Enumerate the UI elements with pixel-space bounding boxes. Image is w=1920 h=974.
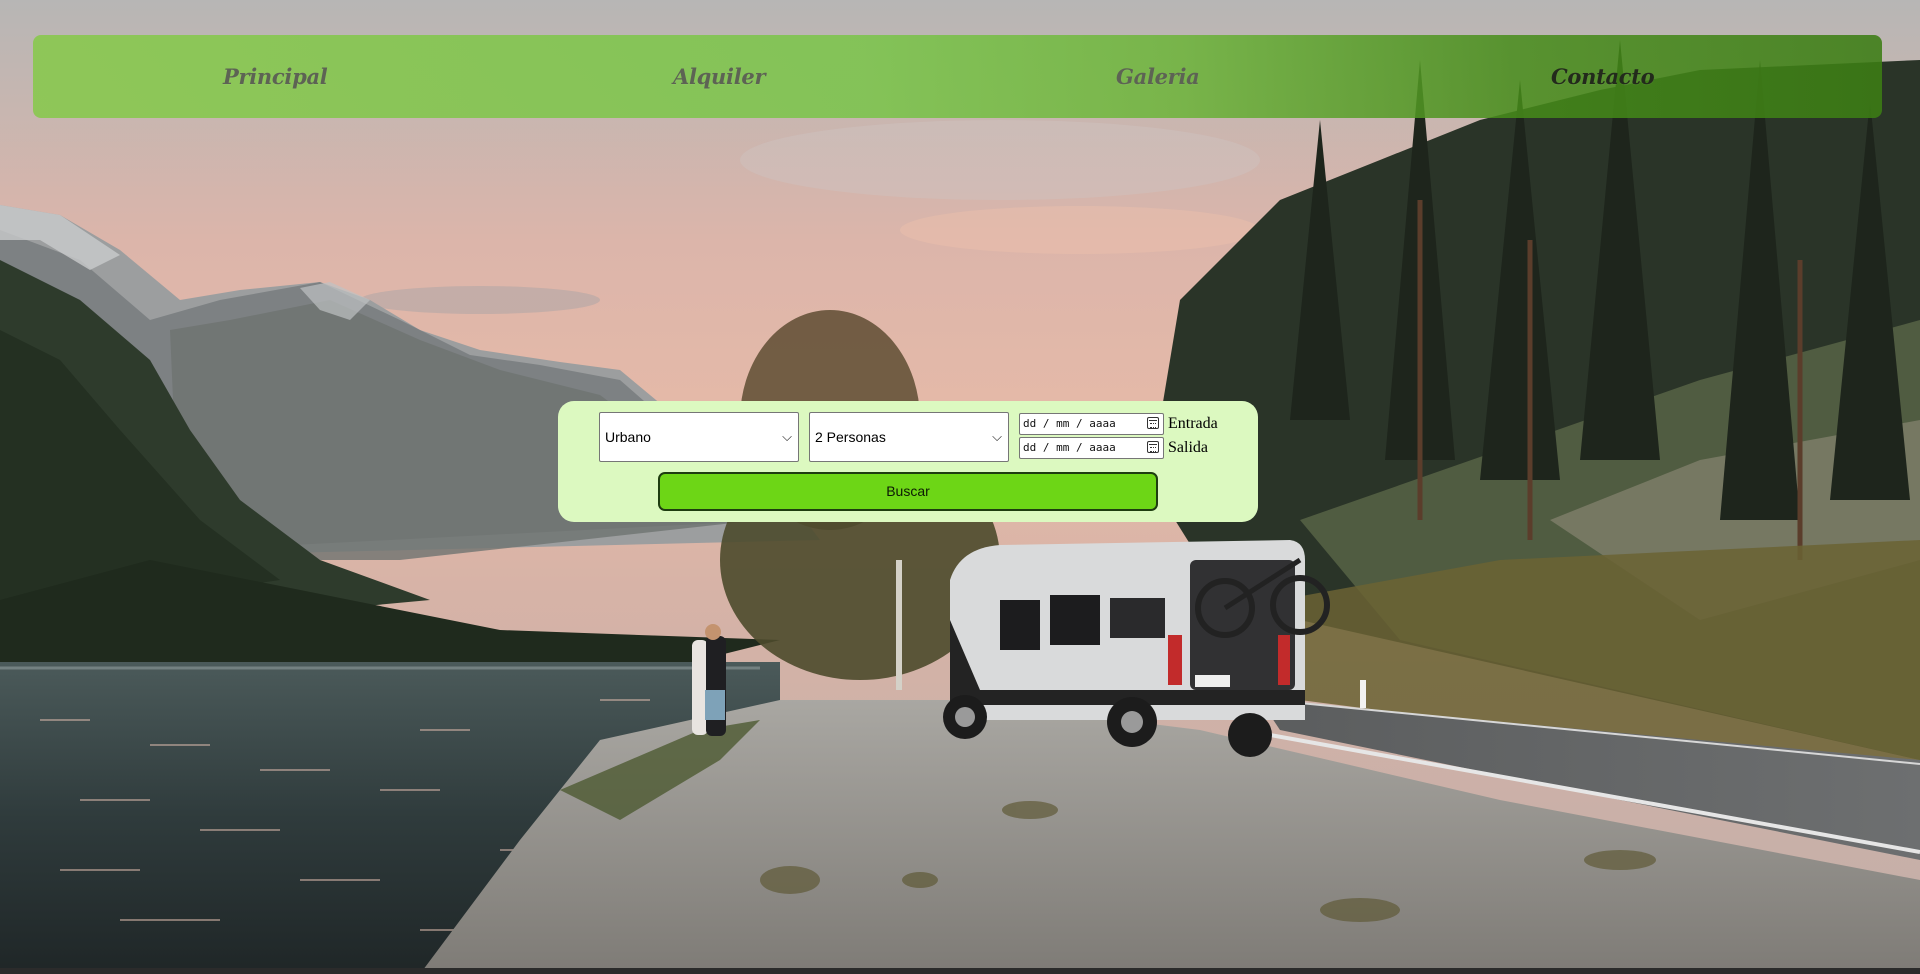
search-form: Urbano ⌵ 2 Personas ⌵ dd / mm / aaaa Ent… bbox=[558, 401, 1258, 522]
nav-link-galeria[interactable]: Galeria bbox=[1116, 35, 1200, 118]
nav-link-alquiler[interactable]: Alquiler bbox=[673, 35, 766, 118]
page: Principal Alquiler Galeria Contacto Urba… bbox=[0, 0, 1920, 974]
checkout-date-placeholder: dd / mm / aaaa bbox=[1023, 441, 1116, 454]
checkin-date-placeholder: dd / mm / aaaa bbox=[1023, 417, 1116, 430]
calendar-icon[interactable] bbox=[1147, 417, 1159, 429]
main-navbar: Principal Alquiler Galeria Contacto bbox=[33, 35, 1882, 118]
checkin-date-input[interactable]: dd / mm / aaaa bbox=[1019, 413, 1164, 435]
people-count-select[interactable]: 2 Personas ⌵ bbox=[809, 412, 1009, 462]
nav-link-contacto[interactable]: Contacto bbox=[1551, 35, 1655, 118]
search-button[interactable]: Buscar bbox=[658, 472, 1158, 511]
chevron-down-icon: ⌵ bbox=[782, 429, 792, 444]
checkout-date-input[interactable]: dd / mm / aaaa bbox=[1019, 437, 1164, 459]
checkin-label: Entrada bbox=[1168, 415, 1218, 432]
calendar-icon[interactable] bbox=[1147, 441, 1159, 453]
chevron-down-icon: ⌵ bbox=[992, 429, 1002, 444]
vehicle-type-value: Urbano bbox=[605, 429, 651, 445]
vehicle-type-select[interactable]: Urbano ⌵ bbox=[599, 412, 799, 462]
nav-link-principal[interactable]: Principal bbox=[223, 35, 328, 118]
people-count-value: 2 Personas bbox=[815, 429, 886, 445]
checkout-label: Salida bbox=[1168, 439, 1208, 456]
